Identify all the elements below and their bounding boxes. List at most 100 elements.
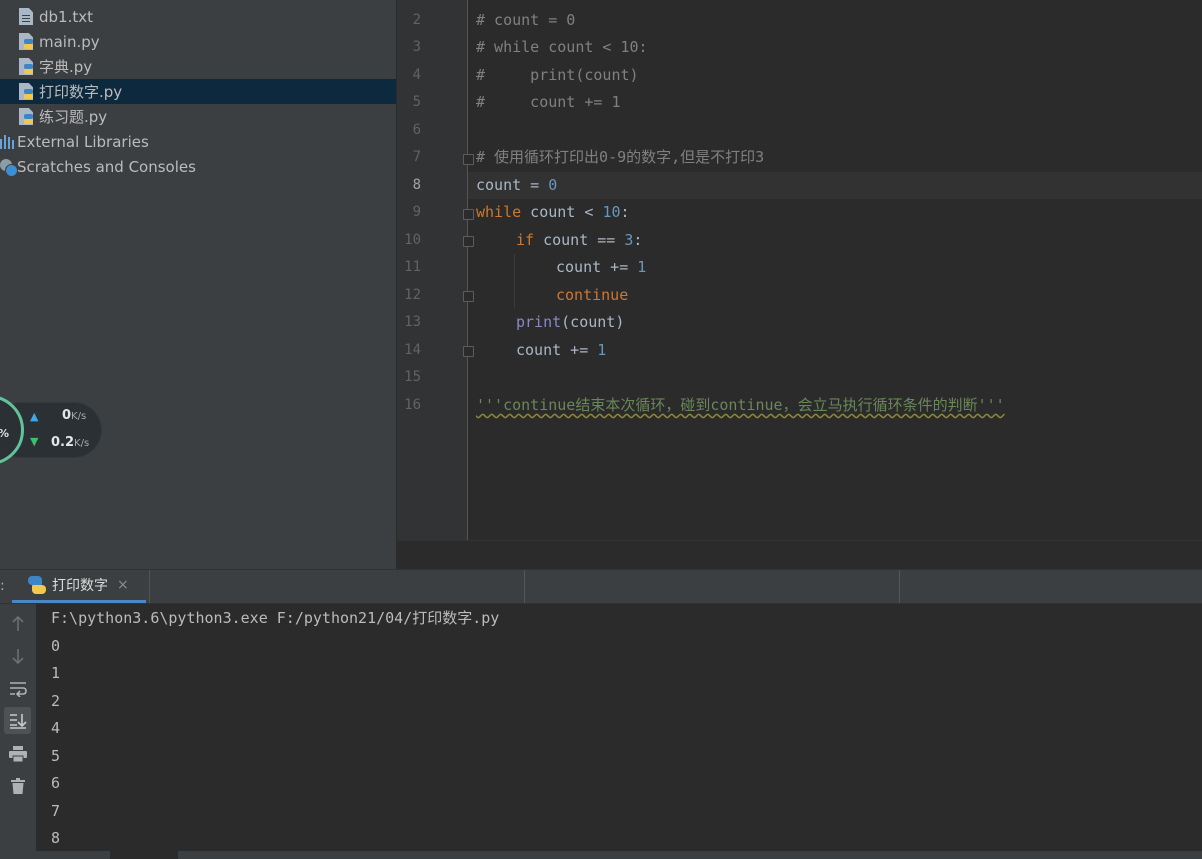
line-number: 2 bbox=[412, 12, 421, 28]
code-token: count += bbox=[516, 341, 598, 359]
tree-item-scratches-consoles[interactable]: Scratches and Consoles bbox=[0, 154, 396, 179]
tree-item-db1-txt[interactable]: db1.txt bbox=[0, 4, 396, 29]
tree-item-external-libraries[interactable]: External Libraries bbox=[0, 129, 396, 154]
line-number: 9 bbox=[412, 204, 421, 220]
trash-icon[interactable] bbox=[4, 772, 31, 799]
tree-item-label: 练习题.py bbox=[39, 108, 108, 126]
code-line-13: print(count) bbox=[516, 309, 624, 336]
tree-item-label: 字典.py bbox=[39, 58, 93, 76]
code-line-14: count += 1 bbox=[516, 337, 606, 364]
indent-guide bbox=[514, 254, 515, 308]
down-arrow-icon[interactable] bbox=[4, 642, 31, 669]
keyword-token: while bbox=[476, 203, 522, 221]
console-toolbar bbox=[0, 604, 36, 859]
line-number: 13 bbox=[404, 314, 421, 330]
line-number: 10 bbox=[404, 232, 421, 248]
line-number: 4 bbox=[412, 67, 421, 83]
console-output-line: 5 bbox=[51, 747, 61, 765]
code-token: : bbox=[633, 231, 643, 249]
tree-item-label: db1.txt bbox=[39, 7, 93, 26]
number-token: 1 bbox=[597, 341, 607, 359]
code-token: count = bbox=[476, 176, 549, 194]
tree-item-label: main.py bbox=[39, 32, 100, 51]
builtin-token: print bbox=[516, 313, 562, 331]
number-token: 0 bbox=[548, 176, 558, 194]
tree-item-zidian-py[interactable]: 字典.py bbox=[0, 54, 396, 79]
code-line-2: # count = 0 bbox=[476, 11, 576, 29]
line-number: 11 bbox=[404, 259, 421, 275]
python-file-icon bbox=[19, 33, 33, 50]
code-editor[interactable]: 2 3 4 5 6 7 8 9 10 11 12 13 14 15 16 # c… bbox=[397, 0, 1202, 540]
project-tree-panel: db1.txt main.py 字典.py 打印数字.py 练习题.py Ext… bbox=[0, 0, 396, 569]
code-token: (count) bbox=[561, 313, 625, 331]
usage-percent-suffix: % bbox=[0, 427, 9, 440]
tree-item-label: Scratches and Consoles bbox=[17, 157, 196, 176]
number-token: 1 bbox=[637, 258, 647, 276]
console-output-line: 7 bbox=[51, 802, 61, 820]
code-line-16: '''continue结束本次循环，碰到continue，会立马执行循环条件的判… bbox=[476, 396, 1005, 414]
gutter-separator bbox=[467, 0, 468, 540]
tree-item-lianxiti-py[interactable]: 练习题.py bbox=[0, 104, 396, 129]
console-output-line: 6 bbox=[51, 774, 61, 792]
code-line-9: while count < 10: bbox=[476, 199, 630, 226]
console-output-line: 4 bbox=[51, 719, 61, 737]
code-line-10: if count == 3: bbox=[516, 227, 642, 254]
code-line-4: # print(count) bbox=[476, 66, 639, 84]
upload-speed: 0K/s bbox=[62, 408, 86, 423]
code-line-11: count += 1 bbox=[556, 254, 646, 281]
console-output-line: 8 bbox=[51, 829, 61, 847]
tab-divider bbox=[149, 570, 150, 603]
run-tab-label: 打印数字 bbox=[52, 578, 108, 594]
fold-marker-icon[interactable] bbox=[463, 154, 474, 165]
tab-divider bbox=[899, 570, 900, 603]
code-token: count == bbox=[534, 231, 625, 249]
console-output-line: 1 bbox=[51, 664, 61, 682]
tab-divider bbox=[524, 570, 525, 603]
tree-item-main-py[interactable]: main.py bbox=[0, 29, 396, 54]
line-number: 6 bbox=[412, 122, 421, 138]
tab-bar-label: : bbox=[0, 578, 5, 594]
print-icon[interactable] bbox=[4, 740, 31, 767]
line-number: 14 bbox=[404, 342, 421, 358]
download-unit: K/s bbox=[74, 438, 90, 449]
network-speed-widget[interactable]: % ▲ 0K/s ▼ 0.2K/s bbox=[0, 395, 101, 465]
line-number: 12 bbox=[404, 287, 421, 303]
up-arrow-icon[interactable] bbox=[4, 610, 31, 637]
upload-value: 0 bbox=[62, 408, 72, 423]
console-output[interactable]: F:\python3.6\python3.exe F:/python21/04/… bbox=[36, 604, 1202, 851]
line-number: 7 bbox=[412, 149, 421, 165]
tree-item-label: 打印数字.py bbox=[39, 83, 123, 101]
console-output-line: 2 bbox=[51, 692, 61, 710]
status-bar bbox=[0, 851, 1202, 859]
python-file-icon bbox=[19, 83, 33, 100]
tree-item-dayin-shuzi-py[interactable]: 打印数字.py bbox=[0, 79, 396, 104]
scroll-to-end-icon[interactable] bbox=[4, 707, 31, 734]
run-tab[interactable]: 打印数字 × bbox=[12, 570, 146, 603]
python-file-icon bbox=[19, 108, 33, 125]
soft-wrap-icon[interactable] bbox=[4, 675, 31, 702]
code-line-3: # while count < 10: bbox=[476, 38, 648, 56]
console-output-line: 0 bbox=[51, 637, 61, 655]
fold-marker-icon[interactable] bbox=[463, 291, 474, 302]
line-number-current: 8 bbox=[412, 177, 421, 193]
line-number: 3 bbox=[412, 39, 421, 55]
download-speed: 0.2K/s bbox=[51, 435, 89, 450]
console-command-line: F:\python3.6\python3.exe F:/python21/04/… bbox=[51, 609, 500, 627]
line-number: 16 bbox=[404, 397, 421, 413]
fold-marker-icon[interactable] bbox=[463, 236, 474, 247]
keyword-token: if bbox=[516, 231, 535, 249]
code-line-8: count = 0 bbox=[476, 172, 557, 199]
close-icon[interactable]: × bbox=[117, 577, 129, 593]
line-number: 15 bbox=[404, 369, 421, 385]
status-bar-segment bbox=[110, 851, 178, 859]
code-token: count += bbox=[556, 258, 638, 276]
upload-arrow-icon: ▲ bbox=[30, 410, 39, 423]
fold-marker-icon[interactable] bbox=[463, 209, 474, 220]
run-tab-bar: : 打印数字 × bbox=[0, 569, 1202, 604]
editor-bottom-bar bbox=[397, 540, 1202, 570]
fold-marker-icon[interactable] bbox=[463, 346, 474, 357]
tree-item-label: External Libraries bbox=[17, 132, 149, 151]
library-icon bbox=[0, 134, 14, 149]
code-line-12: continue bbox=[556, 286, 629, 304]
python-file-icon bbox=[19, 58, 33, 75]
